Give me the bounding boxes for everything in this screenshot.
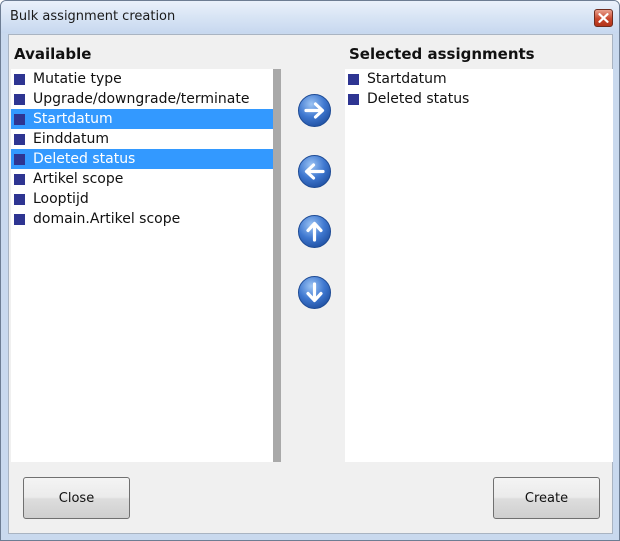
item-square-icon: [14, 193, 25, 205]
create-button[interactable]: Create: [493, 477, 600, 519]
item-square-icon: [348, 93, 359, 105]
available-item-label: Mutatie type: [33, 71, 122, 87]
available-item[interactable]: Upgrade/downgrade/terminate: [11, 89, 273, 109]
window-title: Bulk assignment creation: [10, 9, 176, 24]
available-item-label: domain.Artikel scope: [33, 211, 181, 227]
available-item-label: Artikel scope: [33, 171, 124, 187]
available-item-label: Startdatum: [33, 111, 113, 127]
available-item[interactable]: Einddatum: [11, 129, 273, 149]
title-bar: Bulk assignment creation: [1, 1, 619, 33]
item-square-icon: [14, 93, 25, 105]
selected-item[interactable]: Deleted status: [345, 89, 613, 109]
remove-from-selected-button[interactable]: [297, 154, 332, 189]
item-square-icon: [14, 153, 25, 165]
available-list[interactable]: Mutatie type Upgrade/downgrade/terminate…: [11, 69, 273, 462]
close-icon: [598, 13, 609, 23]
dialog-window: Bulk assignment creation Available Selec…: [0, 0, 620, 541]
item-square-icon: [14, 73, 25, 85]
available-item[interactable]: Artikel scope: [11, 169, 273, 189]
available-item-label: Deleted status: [33, 151, 136, 167]
window-close-button[interactable]: [594, 9, 613, 27]
item-square-icon: [14, 133, 25, 145]
available-item[interactable]: Deleted status: [11, 149, 273, 169]
available-item-label: Einddatum: [33, 131, 109, 147]
available-item[interactable]: Mutatie type: [11, 69, 273, 89]
selected-item-label: Startdatum: [367, 71, 447, 87]
arrow-down-icon: [298, 276, 331, 309]
add-to-selected-button[interactable]: [297, 93, 332, 128]
available-header: Available: [14, 45, 92, 63]
available-item[interactable]: Looptijd: [11, 189, 273, 209]
move-up-button[interactable]: [297, 214, 332, 249]
available-list-scrollbar[interactable]: [273, 69, 281, 462]
available-item-label: Looptijd: [33, 191, 89, 207]
move-down-button[interactable]: [297, 275, 332, 310]
selected-item[interactable]: Startdatum: [345, 69, 613, 89]
available-item-label: Upgrade/downgrade/terminate: [33, 91, 250, 107]
item-square-icon: [14, 113, 25, 125]
dialog-body: Available Selected assignments Mutatie t…: [8, 34, 613, 534]
arrow-left-icon: [298, 155, 331, 188]
selected-assignments-header: Selected assignments: [349, 45, 535, 63]
arrow-right-icon: [298, 94, 331, 127]
item-square-icon: [14, 213, 25, 225]
arrow-up-icon: [298, 215, 331, 248]
available-item[interactable]: domain.Artikel scope: [11, 209, 273, 229]
available-item[interactable]: Startdatum: [11, 109, 273, 129]
selected-item-label: Deleted status: [367, 91, 470, 107]
selected-assignments-list[interactable]: Startdatum Deleted status: [345, 69, 613, 462]
item-square-icon: [14, 173, 25, 185]
close-button[interactable]: Close: [23, 477, 130, 519]
item-square-icon: [348, 73, 359, 85]
